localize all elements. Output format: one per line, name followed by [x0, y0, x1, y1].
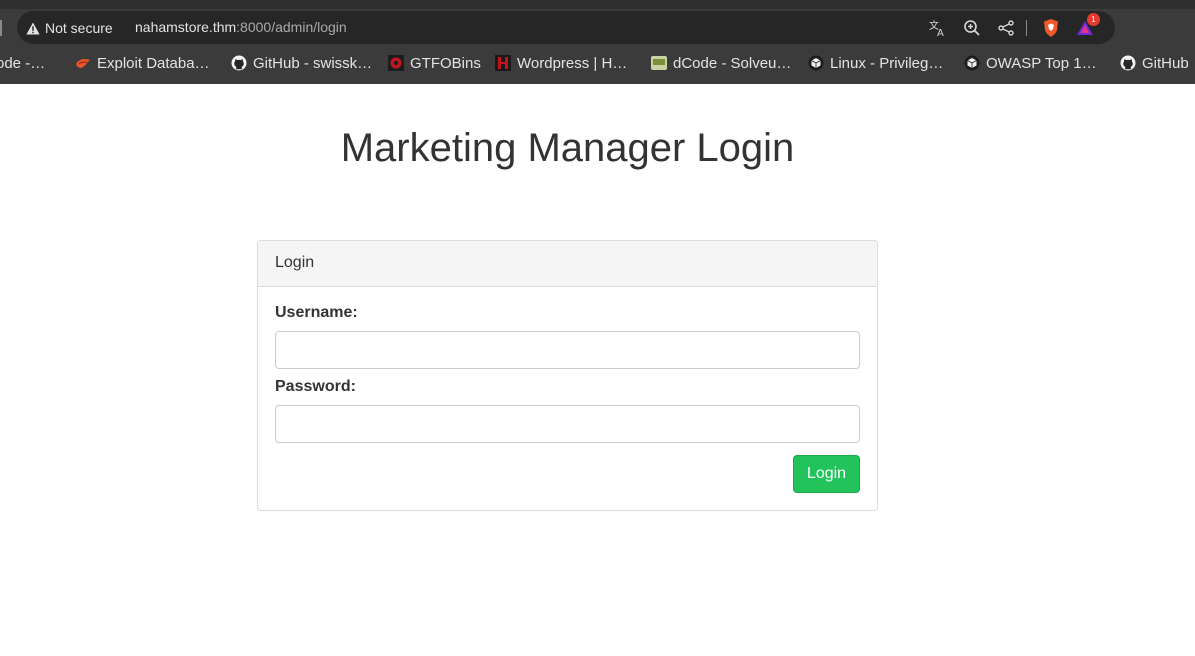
browser-chrome: Not secure nahamstore.thm:8000/admin/log… [0, 0, 1195, 84]
bookmark-label: Exploit Databa… [97, 54, 210, 72]
page-content: Marketing Manager Login Login Username: … [0, 84, 1195, 656]
address-bar[interactable]: Not secure nahamstore.thm:8000/admin/log… [17, 11, 1115, 44]
translate-icon[interactable]: 文 A [926, 16, 950, 40]
github-icon [1120, 55, 1136, 71]
tab-edge [0, 20, 2, 36]
svg-text:A: A [937, 28, 944, 37]
hacktricks-cube-icon [808, 55, 824, 71]
hacktricks-cube-icon [964, 55, 980, 71]
bookmark-item[interactable]: Exploit Databa… [75, 50, 210, 76]
address-bar-actions: 文 A 1 [916, 13, 1100, 40]
brave-rewards-icon[interactable]: 1 [1073, 13, 1100, 40]
exploit-db-icon [76, 59, 90, 68]
password-input[interactable] [275, 405, 860, 443]
address-bar-separator [1026, 20, 1027, 36]
bookmark-item[interactable]: dCode - Solveu… [651, 50, 791, 76]
login-panel: Login Username: Password: Login [257, 240, 878, 511]
bookmark-label: ode -… [0, 54, 46, 72]
bookmark-item[interactable]: ode -… [0, 50, 45, 76]
bookmark-item[interactable]: GitHub - swissk… [231, 50, 372, 76]
bookmark-label: GTFOBins [410, 54, 481, 72]
dcode-icon [651, 56, 667, 70]
bookmark-label: GitHub - swissk… [253, 54, 373, 72]
hacktricks-icon [495, 55, 511, 71]
brave-shields-icon[interactable] [1039, 16, 1063, 40]
warning-icon [26, 22, 40, 35]
bookmarks-bar: ode -… Exploit Databa… GitHub - swissk… … [0, 50, 1195, 76]
github-icon [231, 55, 247, 71]
bookmark-item[interactable]: OWASP Top 1… [964, 50, 1097, 76]
share-icon[interactable] [994, 16, 1018, 40]
panel-heading: Login [258, 241, 877, 287]
bookmark-item[interactable]: GTFOBins [388, 50, 481, 76]
gtfobins-icon [388, 55, 404, 71]
url-path: :8000/admin/login [236, 19, 347, 35]
bookmark-label: GitHub [1142, 54, 1189, 72]
bookmark-item[interactable]: Wordpress | H… [495, 50, 627, 76]
bookmark-label: OWASP Top 1… [986, 54, 1097, 72]
page-title: Marketing Manager Login [340, 126, 795, 170]
bookmark-item[interactable]: Linux - Privileg… [808, 50, 943, 76]
bookmark-label: Linux - Privileg… [830, 54, 944, 72]
rewards-count-badge: 1 [1087, 13, 1100, 26]
bookmark-item[interactable]: GitHub [1120, 50, 1189, 76]
password-label: Password: [275, 378, 356, 395]
security-indicator[interactable]: Not secure [26, 18, 113, 38]
url-host: nahamstore.thm [135, 19, 237, 35]
bookmark-label: Wordpress | H… [517, 54, 628, 72]
username-input[interactable] [275, 331, 860, 369]
login-button[interactable]: Login [793, 455, 860, 493]
username-label: Username: [275, 304, 358, 321]
url-text[interactable]: nahamstore.thm:8000/admin/login [135, 19, 347, 35]
zoom-icon[interactable] [960, 16, 984, 40]
bookmark-label: dCode - Solveu… [673, 54, 792, 72]
tab-strip [0, 0, 1195, 9]
security-label: Not secure [45, 20, 113, 36]
